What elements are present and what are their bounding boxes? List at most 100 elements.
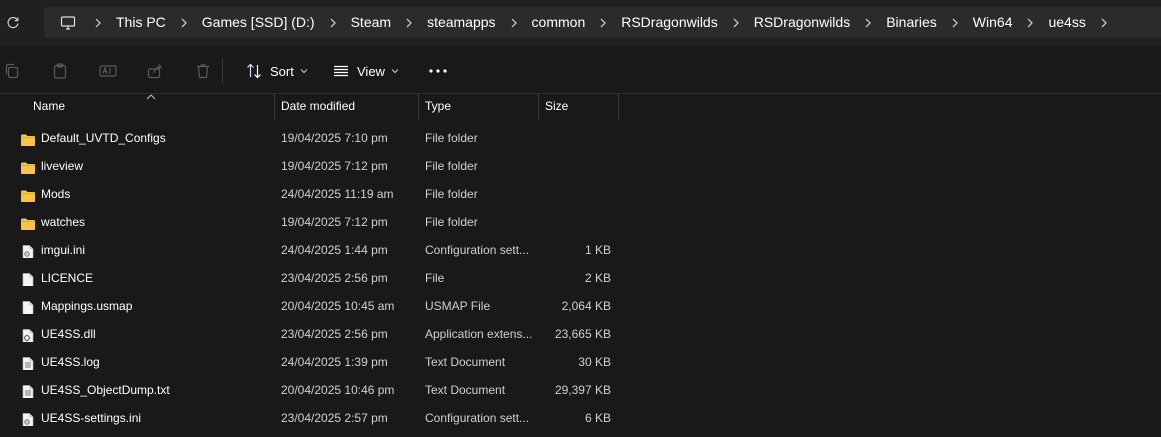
file-date-modified: 24/04/2025 1:44 pm: [281, 243, 388, 257]
refresh-button[interactable]: [2, 12, 24, 34]
delete-button[interactable]: [195, 58, 211, 84]
file-size: [540, 152, 611, 180]
breadcrumb-item[interactable]: Binaries: [880, 7, 943, 38]
file-row[interactable]: watches 19/04/2025 7:12 pm File folder: [0, 208, 1161, 236]
more-options-button[interactable]: [428, 58, 448, 84]
column-header-type[interactable]: Type: [418, 94, 538, 121]
file-row[interactable]: Mods 24/04/2025 11:19 am File folder: [0, 180, 1161, 208]
chevron-down-icon: [391, 69, 399, 74]
copy-button[interactable]: [4, 58, 20, 84]
file-date-modified: 23/04/2025 2:56 pm: [281, 327, 388, 341]
file-date-modified: 20/04/2025 10:45 am: [281, 299, 395, 313]
file-size: 29,397 KB: [554, 383, 611, 397]
breadcrumb-item[interactable]: Win64: [967, 7, 1019, 38]
text-file-icon: [20, 354, 36, 370]
column-header-date[interactable]: Date modified: [274, 94, 418, 121]
breadcrumb-item[interactable]: Games [SSD] (D:): [196, 7, 321, 38]
file-row[interactable]: UE4SS.dll 23/04/2025 2:56 pm Application e…: [0, 320, 1161, 348]
file-date-modified: 19/04/2025 7:12 pm: [281, 159, 388, 173]
file-size: 30 KB: [578, 355, 611, 369]
file-row[interactable]: UE4SS-settings.ini 23/04/2025 2:57 pm Conf…: [0, 404, 1161, 432]
file-name: UE4SS.dll: [41, 327, 96, 341]
rename-icon: [99, 65, 117, 77]
file-size: 6 KB: [584, 411, 611, 425]
file-row[interactable]: UE4SS_ObjectDump.txt 20/04/2025 10:46 pm T…: [0, 376, 1161, 404]
file-size: 23,665 KB: [554, 327, 611, 341]
folder-icon: [20, 130, 36, 146]
breadcrumb-chevron-icon[interactable]: [943, 7, 967, 38]
file-type: Configuration sett...: [425, 243, 530, 257]
file-type: USMAP File: [425, 299, 491, 313]
column-headers: Name Date modified Type Size: [0, 94, 1161, 121]
breadcrumb-item[interactable]: Steam: [345, 7, 397, 38]
breadcrumb-chevron-icon[interactable]: [724, 7, 748, 38]
breadcrumb-item[interactable]: steamapps: [421, 7, 501, 38]
file-list: Default_UVTD_Configs 19/04/2025 7:10 pm Fi…: [0, 124, 1161, 432]
refresh-icon: [7, 16, 19, 29]
file-row[interactable]: imgui.ini 24/04/2025 1:44 pm Configuration…: [0, 236, 1161, 264]
folder-icon: [20, 186, 36, 202]
view-button[interactable]: View: [333, 58, 399, 84]
paste-button[interactable]: [52, 58, 68, 84]
text-file-icon: [20, 382, 36, 398]
file-type: Text Document: [425, 355, 506, 369]
column-divider[interactable]: [618, 94, 619, 121]
sort-label: Sort: [270, 63, 294, 79]
file-name: watches: [41, 215, 86, 229]
breadcrumb-chevron-icon[interactable]: [1092, 7, 1116, 38]
breadcrumb-item[interactable]: ue4ss: [1042, 7, 1091, 38]
file-icon: [20, 298, 36, 314]
column-header-name[interactable]: Name: [26, 94, 274, 121]
file-date-modified: 24/04/2025 11:19 am: [281, 187, 394, 201]
file-type: File: [425, 271, 445, 285]
file-name: Mappings.usmap: [41, 299, 133, 313]
folder-icon: [20, 214, 36, 230]
sort-icon: [247, 63, 261, 79]
file-size: 2 KB: [584, 271, 611, 285]
file-name: Default_UVTD_Configs: [41, 131, 166, 145]
file-name: LICENCE: [41, 271, 94, 285]
file-size: [540, 208, 611, 236]
clipboard-icon: [53, 63, 67, 79]
breadcrumb-chevron-icon[interactable]: [86, 7, 110, 38]
file-type: Configuration sett...: [425, 411, 530, 425]
toolbar-divider: [222, 58, 223, 84]
copy-icon: [5, 63, 19, 79]
file-date-modified: 19/04/2025 7:10 pm: [281, 131, 388, 145]
sort-button[interactable]: Sort: [246, 58, 308, 84]
breadcrumb-item[interactable]: RSDragonwilds: [615, 7, 723, 38]
breadcrumb-item[interactable]: This PC: [110, 7, 172, 38]
chevron-down-icon: [300, 69, 308, 74]
file-date-modified: 24/04/2025 1:39 pm: [281, 355, 388, 369]
column-header-size[interactable]: Size: [538, 94, 618, 121]
rename-button[interactable]: [99, 58, 117, 84]
this-pc-button[interactable]: [50, 7, 86, 38]
view-list-icon: [334, 65, 348, 77]
breadcrumb-item[interactable]: RSDragonwilds: [748, 7, 856, 38]
file-name: liveview: [41, 159, 84, 173]
file-row[interactable]: Mappings.usmap 20/04/2025 10:45 am USMAP F…: [0, 292, 1161, 320]
file-type: File folder: [425, 187, 478, 201]
breadcrumb-chevron-icon[interactable]: [321, 7, 345, 38]
file-row[interactable]: UE4SS.log 24/04/2025 1:39 pm Text Document…: [0, 348, 1161, 376]
breadcrumb-chevron-icon[interactable]: [397, 7, 421, 38]
file-size: [540, 180, 611, 208]
file-row[interactable]: Default_UVTD_Configs 19/04/2025 7:10 pm Fi…: [0, 124, 1161, 152]
breadcrumb: This PC Games [SSD] (D:) Steam steamapps com…: [44, 7, 1161, 38]
dll-file-icon: [20, 326, 36, 342]
breadcrumb-chevron-icon[interactable]: [502, 7, 526, 38]
file-size: 1 KB: [584, 243, 611, 257]
breadcrumb-item[interactable]: common: [526, 7, 592, 38]
breadcrumb-chevron-icon[interactable]: [591, 7, 615, 38]
folder-icon: [20, 158, 36, 174]
file-row[interactable]: liveview 19/04/2025 7:12 pm File folder: [0, 152, 1161, 180]
share-button[interactable]: [147, 58, 163, 84]
breadcrumb-chevron-icon[interactable]: [1018, 7, 1042, 38]
file-type: File folder: [425, 215, 478, 229]
breadcrumb-chevron-icon[interactable]: [172, 7, 196, 38]
file-row[interactable]: LICENCE 23/04/2025 2:56 pm File 2 KB: [0, 264, 1161, 292]
breadcrumb-chevron-icon[interactable]: [856, 7, 880, 38]
file-date-modified: 23/04/2025 2:56 pm: [281, 271, 388, 285]
trash-icon: [197, 64, 209, 79]
command-bar: Sort View: [0, 46, 1161, 94]
